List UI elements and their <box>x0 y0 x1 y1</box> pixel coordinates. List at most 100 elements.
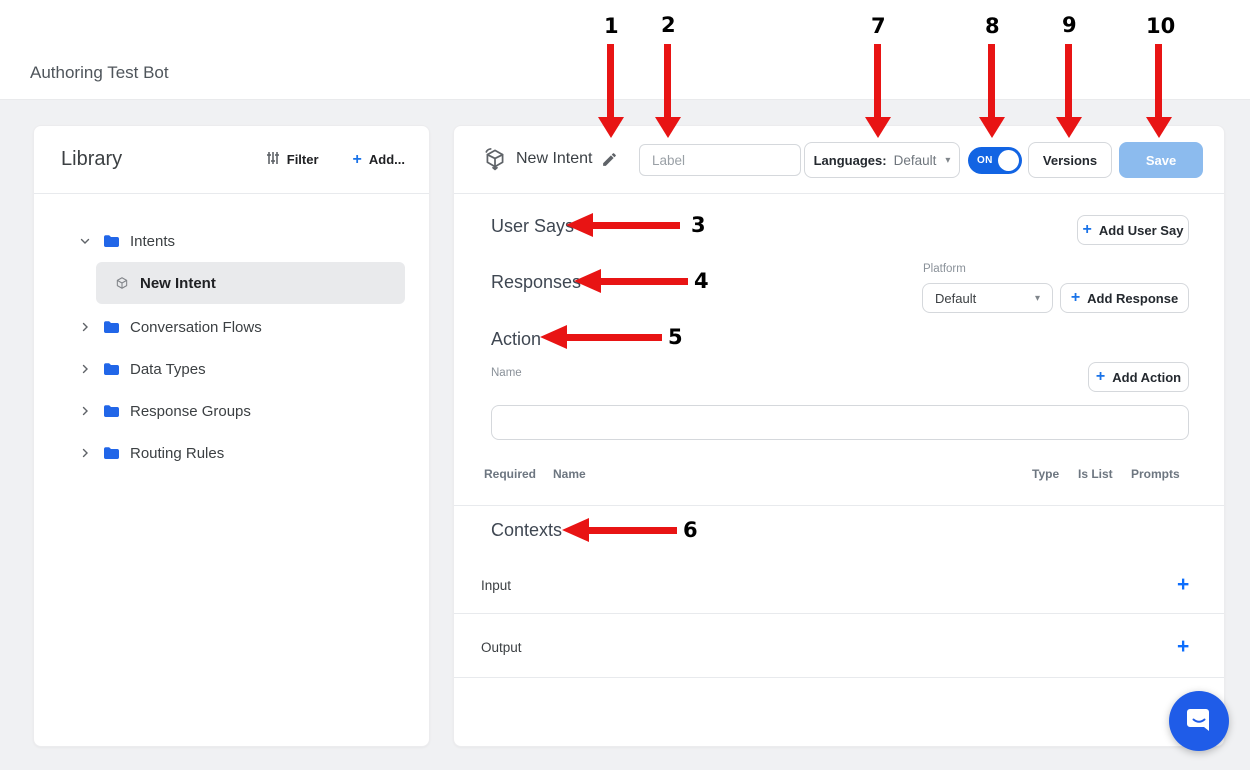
library-panel: Library Filter + Add... Intents <box>33 125 430 747</box>
chevron-right-icon[interactable] <box>79 405 93 417</box>
add-user-say-button[interactable]: + Add User Say <box>1077 215 1189 245</box>
tree-item-label: Routing Rules <box>130 445 224 462</box>
annotation-arrow-3 <box>591 222 680 229</box>
user-says-title: User Says <box>491 216 574 237</box>
tree-item-label: Response Groups <box>130 403 251 420</box>
annotation-number-2: 2 <box>661 13 676 37</box>
enabled-toggle[interactable]: ON <box>968 147 1022 174</box>
row-divider <box>454 613 1224 614</box>
annotation-arrow-1 <box>607 44 614 118</box>
library-title: Library <box>61 148 122 171</box>
intent-cube-icon <box>482 146 508 177</box>
folder-icon <box>103 404 119 418</box>
annotation-arrowhead-6 <box>562 518 589 542</box>
add-output-context-button[interactable]: + <box>1177 636 1189 657</box>
add-input-context-button[interactable]: + <box>1177 574 1189 595</box>
chevron-right-icon[interactable] <box>79 363 93 375</box>
languages-label: Languages: <box>814 153 887 168</box>
annotation-number-3: 3 <box>691 213 706 237</box>
filter-button[interactable]: Filter <box>266 151 319 168</box>
annotation-arrow-6 <box>587 527 677 534</box>
platform-select[interactable]: Default ▾ <box>922 283 1053 313</box>
annotation-number-7: 7 <box>871 14 886 38</box>
annotation-arrowhead-3 <box>566 213 593 237</box>
add-user-say-label: Add User Say <box>1099 223 1184 238</box>
annotation-number-10: 10 <box>1146 14 1175 38</box>
add-button[interactable]: + Add... <box>353 152 405 168</box>
annotation-arrow-10 <box>1155 44 1162 118</box>
col-header-is-list: Is List <box>1078 467 1113 481</box>
edit-pencil-icon[interactable] <box>601 151 618 173</box>
annotation-arrowhead-10 <box>1146 117 1172 138</box>
plus-icon: + <box>353 152 362 168</box>
annotation-number-1: 1 <box>604 14 619 38</box>
action-title: Action <box>491 329 541 350</box>
intent-cube-icon <box>115 276 129 290</box>
chevron-right-icon[interactable] <box>79 447 93 459</box>
platform-label: Platform <box>923 263 966 275</box>
col-header-name: Name <box>553 467 586 481</box>
action-name-label: Name <box>491 367 522 379</box>
annotation-arrow-2 <box>664 44 671 118</box>
annotation-arrow-7 <box>874 44 881 118</box>
editor-header: New Intent Languages: Default ▾ ON Versi… <box>454 126 1224 194</box>
annotation-arrowhead-7 <box>865 117 891 138</box>
label-input[interactable] <box>639 144 801 176</box>
add-action-label: Add Action <box>1112 370 1181 385</box>
filter-icon <box>266 151 280 168</box>
annotation-arrow-5 <box>565 334 662 341</box>
save-button[interactable]: Save <box>1119 142 1203 178</box>
contexts-title: Contexts <box>491 520 562 541</box>
annotation-arrowhead-1 <box>598 117 624 138</box>
folder-icon <box>103 446 119 460</box>
tree-item-routing-rules[interactable]: Routing Rules <box>34 432 429 474</box>
toggle-knob <box>998 150 1019 171</box>
contexts-input-label: Input <box>481 578 511 593</box>
chevron-down-icon[interactable] <box>79 235 93 247</box>
annotation-number-9: 9 <box>1062 13 1077 37</box>
annotation-arrowhead-2 <box>655 117 681 138</box>
library-tree: Intents New Intent Conversation Flows <box>34 194 429 474</box>
tree-item-label: New Intent <box>140 275 216 292</box>
col-header-type: Type <box>1032 467 1059 481</box>
annotation-number-4: 4 <box>694 269 709 293</box>
annotation-arrow-4 <box>599 278 688 285</box>
tree-item-intents[interactable]: Intents <box>34 220 429 262</box>
col-header-prompts: Prompts <box>1131 467 1180 481</box>
languages-dropdown[interactable]: Languages: Default ▾ <box>804 142 960 178</box>
chat-bubble-icon <box>1184 704 1214 739</box>
filter-label: Filter <box>287 152 319 167</box>
toggle-state-label: ON <box>977 155 993 166</box>
row-divider <box>454 677 1224 678</box>
annotation-arrowhead-5 <box>540 325 567 349</box>
versions-button[interactable]: Versions <box>1028 142 1112 178</box>
annotation-arrowhead-9 <box>1056 117 1082 138</box>
bot-title: Authoring Test Bot <box>30 63 169 83</box>
tree-item-data-types[interactable]: Data Types <box>34 348 429 390</box>
col-header-required: Required <box>484 467 536 481</box>
annotation-arrowhead-8 <box>979 117 1005 138</box>
annotation-number-5: 5 <box>668 325 683 349</box>
library-header: Library Filter + Add... <box>34 126 429 194</box>
platform-value: Default <box>935 291 976 306</box>
annotation-number-6: 6 <box>683 518 698 542</box>
tree-item-response-groups[interactable]: Response Groups <box>34 390 429 432</box>
plus-icon: + <box>1083 222 1092 238</box>
annotation-number-8: 8 <box>985 14 1000 38</box>
add-action-button[interactable]: + Add Action <box>1088 362 1189 392</box>
plus-icon: + <box>1096 369 1105 385</box>
add-response-button[interactable]: + Add Response <box>1060 283 1189 313</box>
chevron-right-icon[interactable] <box>79 321 93 333</box>
annotation-arrow-8 <box>988 44 995 118</box>
annotation-arrowhead-4 <box>574 269 601 293</box>
tree-item-new-intent[interactable]: New Intent <box>96 262 405 304</box>
add-response-label: Add Response <box>1087 291 1178 306</box>
caret-down-icon: ▾ <box>945 155 950 166</box>
folder-icon <box>103 362 119 376</box>
intent-title: New Intent <box>516 150 592 168</box>
chat-launcher-button[interactable] <box>1169 691 1229 751</box>
action-name-input[interactable] <box>491 405 1189 440</box>
tree-item-conversation-flows[interactable]: Conversation Flows <box>34 306 429 348</box>
languages-value: Default <box>894 153 937 168</box>
annotation-arrow-9 <box>1065 44 1072 118</box>
